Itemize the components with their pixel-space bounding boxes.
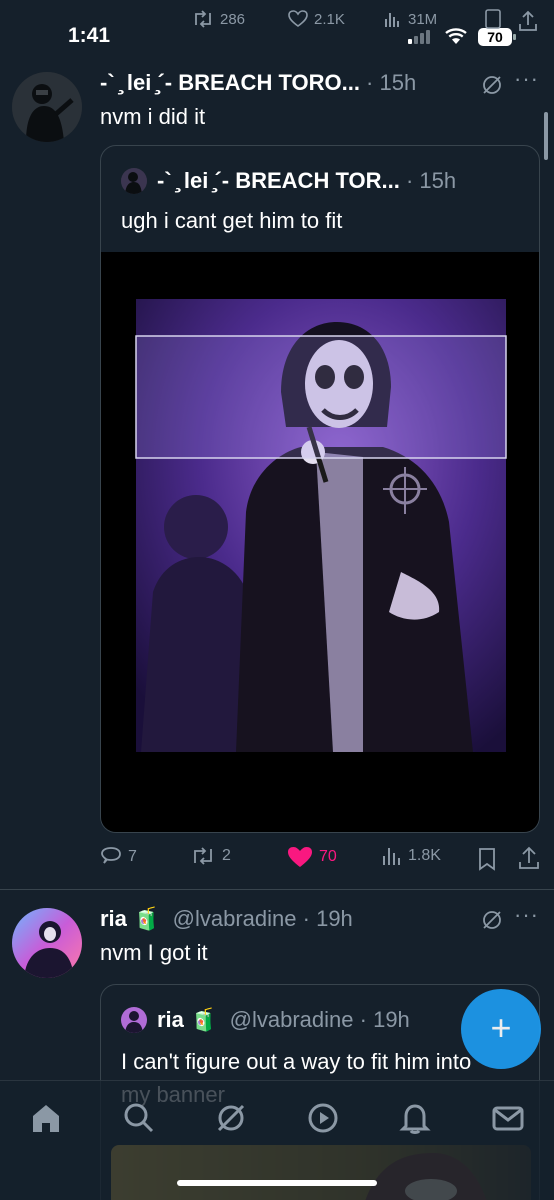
mail-icon[interactable]	[491, 1101, 525, 1135]
tweet-text: nvm I got it	[100, 940, 208, 965]
compose-plus-icon: +	[490, 1007, 512, 1048]
views-button[interactable]: 1.8K	[382, 846, 441, 866]
divider	[0, 889, 554, 890]
avatar[interactable]	[12, 72, 82, 142]
top-view-count: 31M	[384, 10, 437, 28]
handle[interactable]: @lvabradine	[173, 906, 297, 932]
reply-count: 7	[128, 848, 137, 865]
more-options-icon[interactable]: ···	[514, 66, 539, 92]
quote-handle: @lvabradine	[229, 1007, 354, 1032]
heart-filled-icon	[288, 847, 312, 867]
retweet-count: 2	[222, 847, 231, 864]
quote-header: ria 🧃 @lvabradine · 19h	[157, 1007, 410, 1032]
view-count: 1.8K	[408, 847, 441, 864]
top-view-value: 31M	[408, 10, 438, 28]
tweet-actions: 7 2 70 1.8K	[100, 846, 544, 872]
share-icon[interactable]	[518, 846, 540, 870]
tweet-text: nvm i did it	[100, 104, 206, 129]
clock: 1:41	[68, 24, 111, 47]
retweet-button[interactable]: 2	[190, 846, 231, 866]
quote-display-name: -` ̧ lei ̧´- BREACH TOR...	[157, 168, 400, 193]
avatar[interactable]	[12, 908, 82, 978]
home-indicator[interactable]	[177, 1180, 377, 1186]
like-count: 70	[319, 848, 337, 865]
wifi-icon	[445, 28, 467, 44]
home-icon[interactable]	[29, 1101, 63, 1135]
tweet-header: ria 🧃 @lvabradine · 19h	[100, 906, 353, 932]
top-retweet-value: 286	[220, 10, 246, 28]
quote-timestamp: 15h	[419, 168, 457, 193]
cell-signal-icon	[408, 30, 430, 44]
bell-icon[interactable]	[398, 1101, 432, 1135]
retweet-icon	[195, 10, 211, 28]
grok-icon[interactable]	[481, 909, 503, 931]
quote-media[interactable]	[101, 252, 539, 832]
display-name[interactable]: -` ̧ lei ̧´- BREACH TORO...	[100, 70, 360, 96]
views-icon	[383, 848, 400, 865]
tweet-header: -` ̧ lei ̧´- BREACH TORO... · 15h	[100, 70, 417, 96]
quote-avatar	[121, 168, 147, 194]
reply-button[interactable]: 7	[100, 846, 137, 868]
more-options-icon[interactable]: ···	[514, 902, 539, 928]
like-button[interactable]: 70	[287, 846, 337, 868]
battery-indicator: 70	[478, 28, 516, 46]
reply-icon	[101, 847, 121, 864]
top-like-value: 2.1K	[314, 10, 345, 28]
display-name[interactable]: ria 🧃	[100, 906, 160, 932]
photo-image	[135, 299, 507, 752]
quote-header: -` ̧ lei ̧´- BREACH TOR... · 15h	[157, 168, 457, 193]
quote-text: ugh i cant get him to fit	[121, 208, 343, 233]
views-icon	[385, 13, 399, 27]
search-icon[interactable]	[122, 1101, 156, 1135]
quoted-tweet[interactable]: -` ̧ lei ̧´- BREACH TOR... · 15h ugh i c…	[100, 145, 540, 833]
compose-button[interactable]: +	[461, 989, 541, 1069]
grok-icon[interactable]	[214, 1101, 248, 1135]
top-retweet-count: 286	[192, 10, 245, 28]
grok-icon[interactable]	[481, 74, 503, 96]
heart-outline-icon	[288, 10, 308, 27]
timestamp[interactable]: 19h	[316, 906, 353, 932]
quote-avatar	[121, 1007, 147, 1033]
bookmark-outline-icon	[485, 9, 501, 29]
top-like-count: 2.1K	[288, 10, 345, 28]
timestamp[interactable]: 15h	[380, 70, 417, 96]
share-icon	[519, 10, 537, 31]
bookmark-icon[interactable]	[478, 847, 496, 871]
quote-display-name: ria 🧃	[157, 1007, 218, 1032]
video-icon[interactable]	[306, 1101, 340, 1135]
quote-timestamp: 19h	[373, 1007, 410, 1032]
retweet-icon	[194, 847, 212, 865]
status-bar: 1:41 286 2.1K 31M 70	[0, 0, 554, 60]
scrollbar[interactable]	[544, 112, 548, 160]
